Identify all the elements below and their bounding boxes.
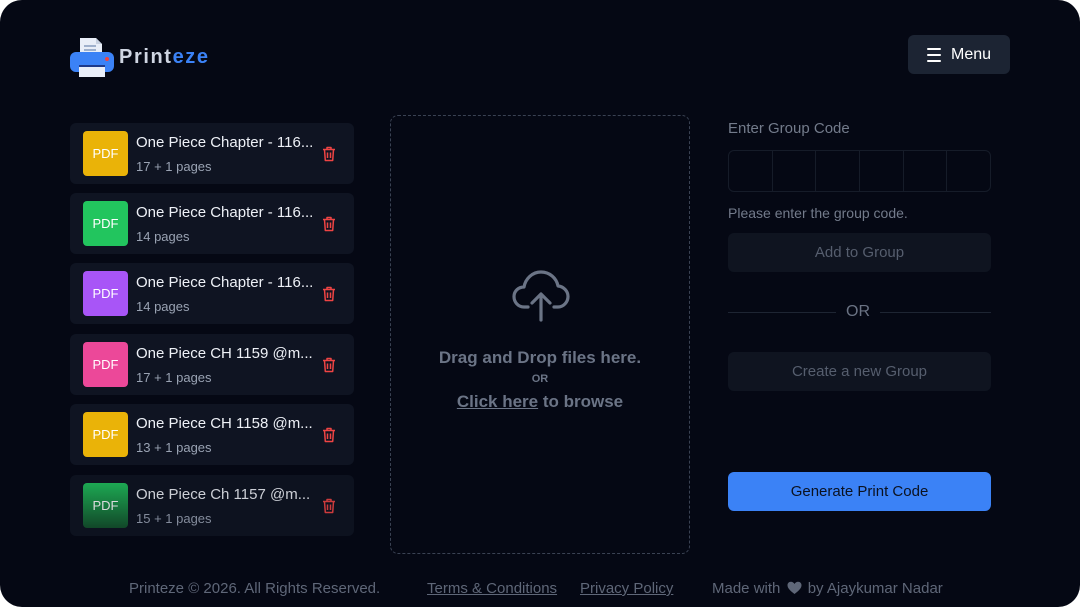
code-digit-input[interactable] — [816, 151, 861, 191]
or-text: OR — [846, 303, 870, 320]
privacy-link[interactable]: Privacy Policy — [580, 580, 673, 597]
pdf-badge: PDF — [83, 271, 128, 316]
dropzone-browse: Click here to browse — [391, 392, 689, 412]
file-name: One Piece CH 1159 @m... — [136, 345, 313, 362]
dropzone-or: OR — [531, 373, 549, 385]
code-digit-input[interactable] — [860, 151, 904, 191]
trash-icon[interactable] — [320, 426, 338, 444]
file-item[interactable]: PDF One Piece Chapter - 116... 14 pages — [70, 263, 354, 324]
made-with-text: Made with — [712, 580, 781, 597]
pdf-badge: PDF — [83, 483, 128, 528]
file-item[interactable]: PDF One Piece CH 1159 @m... 17 + 1 pages — [70, 334, 354, 395]
footer-copyright: Printeze © 2026. All Rights Reserved. — [129, 580, 381, 597]
pdf-badge: PDF — [83, 342, 128, 387]
create-group-button[interactable]: Create a new Group — [728, 352, 991, 391]
file-name: One Piece CH 1158 @m... — [136, 415, 313, 432]
trash-icon[interactable] — [320, 215, 338, 233]
cloud-upload-icon — [512, 270, 570, 322]
file-item[interactable]: PDF One Piece Ch 1157 @m... 15 + 1 pages — [70, 475, 354, 536]
heart-icon — [787, 581, 802, 594]
file-item[interactable]: PDF One Piece CH 1158 @m... 13 + 1 pages — [70, 404, 354, 465]
code-digit-input[interactable] — [773, 151, 817, 191]
menu-label: Menu — [950, 45, 992, 63]
printer-icon — [70, 38, 114, 77]
group-code-hint: Please enter the group code. — [728, 205, 908, 221]
pdf-badge: PDF — [83, 201, 128, 246]
terms-link[interactable]: Terms & Conditions — [427, 580, 557, 597]
app-window: Printeze Menu PDF One Piece Chapter - 11… — [0, 0, 1080, 607]
file-pages: 14 pages — [136, 229, 190, 244]
file-item[interactable]: PDF One Piece Chapter - 116... 17 + 1 pa… — [70, 123, 354, 184]
file-pages: 14 pages — [136, 299, 190, 314]
author-text: by Ajaykumar Nadar — [807, 580, 943, 597]
add-to-group-button[interactable]: Add to Group — [728, 233, 991, 272]
generate-print-code-button[interactable]: Generate Print Code — [728, 472, 991, 511]
group-code-label: Enter Group Code — [728, 120, 850, 137]
file-pages: 15 + 1 pages — [136, 511, 212, 526]
brand-logo[interactable]: Printeze — [70, 36, 210, 78]
code-digit-input[interactable] — [904, 151, 948, 191]
code-digit-input[interactable] — [947, 151, 990, 191]
file-pages: 17 + 1 pages — [136, 159, 212, 174]
trash-icon[interactable] — [320, 145, 338, 163]
browse-link[interactable]: Click here — [457, 392, 538, 411]
dropzone-text: Drag and Drop files here. — [438, 348, 642, 367]
pdf-badge: PDF — [83, 131, 128, 176]
file-pages: 17 + 1 pages — [136, 370, 212, 385]
file-name: One Piece Chapter - 116... — [136, 204, 314, 221]
trash-icon[interactable] — [320, 356, 338, 374]
code-digit-input[interactable] — [729, 151, 773, 191]
trash-icon[interactable] — [320, 497, 338, 515]
pdf-badge: PDF — [83, 412, 128, 457]
footer-credit: Made with by Ajaykumar Nadar — [712, 580, 943, 597]
file-name: One Piece Ch 1157 @m... — [136, 486, 311, 503]
browse-rest: to browse — [538, 392, 624, 411]
file-name: One Piece Chapter - 116... — [136, 134, 314, 151]
file-dropzone[interactable]: Drag and Drop files here. OR Click here … — [390, 115, 690, 554]
brand-name: Printeze — [119, 45, 210, 68]
menu-button[interactable]: Menu — [908, 35, 1010, 74]
trash-icon[interactable] — [320, 285, 338, 303]
hamburger-icon — [926, 47, 941, 62]
file-name: One Piece Chapter - 116... — [136, 274, 314, 291]
file-item[interactable]: PDF One Piece Chapter - 116... 14 pages — [70, 193, 354, 254]
group-code-input[interactable] — [728, 150, 991, 192]
or-divider: OR — [728, 302, 991, 322]
file-pages: 13 + 1 pages — [136, 440, 212, 455]
